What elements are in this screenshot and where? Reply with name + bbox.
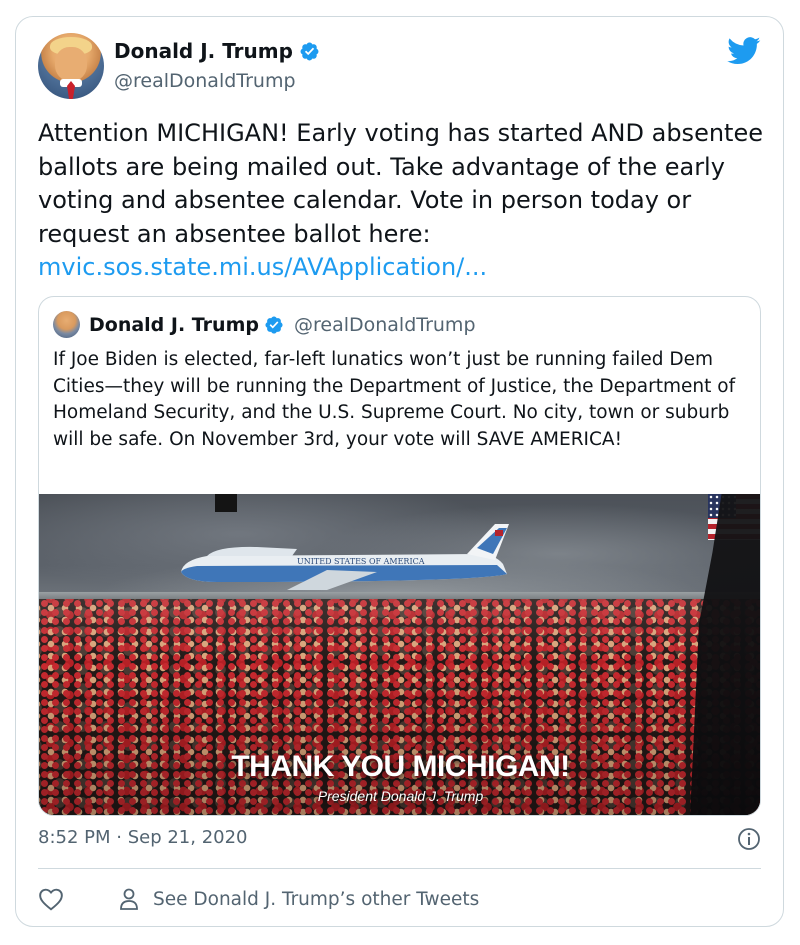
image-subline: President Donald J. Trump xyxy=(317,788,484,804)
plane-lettering: UNITED STATES OF AMERICA xyxy=(297,557,425,566)
verified-badge-icon xyxy=(265,315,283,334)
tweet-timestamp[interactable]: 8:52 PM · Sep 21, 2020 xyxy=(38,827,248,848)
heart-icon[interactable] xyxy=(38,887,64,911)
tweet-actions: See Donald J. Trump’s other Tweets xyxy=(38,883,761,915)
image-headline: THANK YOU MICHIGAN! xyxy=(231,750,570,783)
tweet-text: Attention MICHIGAN! Early voting has sta… xyxy=(38,117,768,285)
author-display-name[interactable]: Donald J. Trump xyxy=(114,39,293,63)
quoted-tweet-text: If Joe Biden is elected, far-left lunati… xyxy=(53,349,736,450)
divider xyxy=(38,868,761,869)
author-handle[interactable]: @realDonaldTrump xyxy=(114,70,296,92)
see-other-tweets-link[interactable]: See Donald J. Trump’s other Tweets xyxy=(153,889,479,910)
quoted-author-avatar xyxy=(53,311,80,338)
quoted-author-name: Donald J. Trump xyxy=(89,313,259,336)
quoted-tweet[interactable]: Donald J. Trump @realDonaldTrump If Joe … xyxy=(38,296,761,816)
quoted-tweet-header: Donald J. Trump @realDonaldTrump xyxy=(53,311,476,338)
tweet-link[interactable]: mvic.sos.state.mi.us/AVApplication/... xyxy=(38,253,487,281)
air-force-one-image: UNITED STATES OF AMERICA xyxy=(181,524,509,590)
quoted-tweet-image[interactable]: UNITED STATES OF AMERICA THANK YOU MICHI… xyxy=(39,494,760,815)
tweet-card: Donald J. Trump @realDonaldTrump Attenti… xyxy=(15,16,784,927)
info-icon[interactable] xyxy=(737,827,761,851)
author-name-row[interactable]: Donald J. Trump xyxy=(114,39,320,63)
person-icon xyxy=(120,888,138,910)
verified-badge-icon xyxy=(300,42,319,60)
image-speaker xyxy=(215,494,237,512)
tweet-body: Attention MICHIGAN! Early voting has sta… xyxy=(38,119,763,248)
twitter-bird-icon[interactable] xyxy=(727,37,761,65)
author-avatar[interactable] xyxy=(38,33,104,99)
quoted-author-handle: @realDonaldTrump xyxy=(293,313,476,336)
